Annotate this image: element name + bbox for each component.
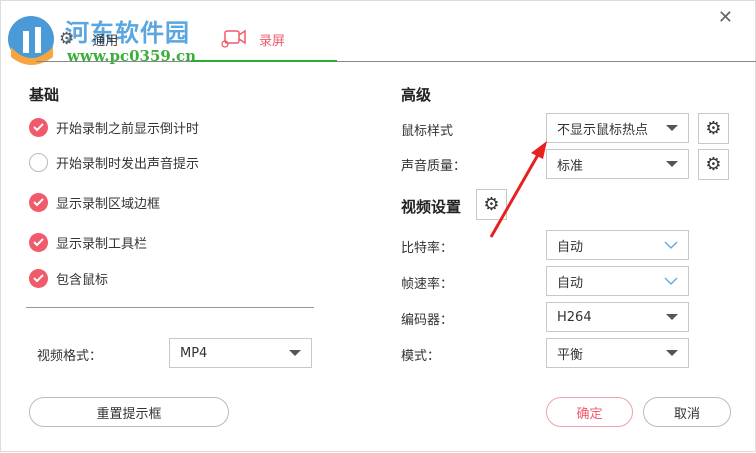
annotation-arrow [489, 141, 547, 238]
